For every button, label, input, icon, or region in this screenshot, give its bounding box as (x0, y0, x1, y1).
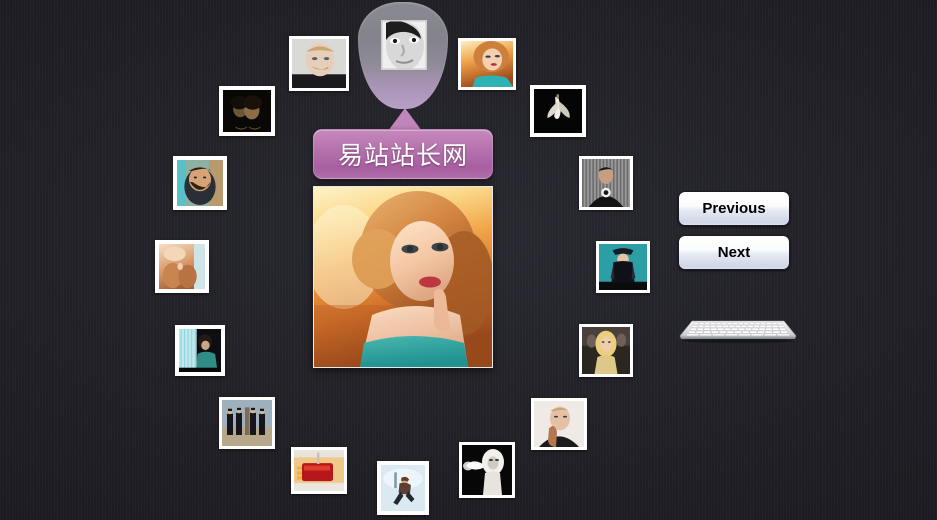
thumb-rapper-portrait[interactable] (531, 398, 587, 450)
thumb-blonde-gold-dress-image (582, 327, 630, 374)
thumb-woman-arms-up-image (599, 244, 647, 290)
thumb-blonde-performer-image (462, 445, 512, 495)
thumb-dark-duo[interactable] (219, 86, 275, 136)
thumb-person-blue-room[interactable] (175, 325, 225, 376)
thumb-woman-teal-top-image (461, 41, 513, 87)
label-caret-icon (388, 108, 422, 131)
previous-button[interactable]: Previous (678, 191, 790, 226)
thumb-person-blue-room-image (179, 329, 221, 372)
thumb-banana-image (534, 89, 582, 133)
thumb-bearded-man[interactable] (173, 156, 227, 210)
visualizer-stage: 易站站长网 Previous Next (0, 0, 937, 520)
thumb-woman-arms-up[interactable] (596, 241, 650, 293)
previous-button-label: Previous (702, 200, 766, 217)
next-button[interactable]: Next (678, 235, 790, 270)
site-label-bubble[interactable]: 易站站长网 (313, 129, 493, 179)
thumb-blond-man-portrait-image (292, 39, 346, 88)
thumb-red-machine-image (294, 450, 344, 491)
thumb-band-suits-image (222, 400, 272, 446)
thumb-woman-teal-top[interactable] (458, 38, 516, 90)
thumb-skin-closeup[interactable] (155, 240, 209, 293)
pick-face-photo (381, 20, 427, 70)
thumb-jumping-figure-image (381, 465, 425, 511)
thumb-blonde-performer[interactable] (459, 442, 515, 498)
thumb-red-machine[interactable] (291, 447, 347, 494)
thumb-dark-duo-image (223, 90, 271, 132)
site-label-text: 易站站长网 (337, 142, 468, 170)
apple-wireless-keyboard-icon[interactable] (678, 316, 798, 344)
keyboard-icon (679, 320, 797, 343)
guitar-pick-cursor[interactable] (358, 2, 448, 109)
thumb-band-suits[interactable] (219, 397, 275, 449)
thumb-banana[interactable] (530, 85, 586, 137)
thumb-blond-man-portrait[interactable] (289, 36, 349, 91)
thumb-skin-closeup-image (159, 244, 205, 289)
next-button-label: Next (717, 244, 751, 261)
thumb-jumping-figure[interactable] (377, 461, 429, 515)
pick-face-image (382, 21, 426, 69)
thumb-blonde-gold-dress[interactable] (579, 324, 633, 377)
thumb-rapper-portrait-image (534, 401, 584, 447)
thumb-bearded-man-image (177, 160, 223, 206)
main-album-art-image (314, 187, 492, 367)
thumb-man-black-tee-image (582, 159, 630, 207)
thumb-man-black-tee[interactable] (579, 156, 633, 210)
main-album-art[interactable] (313, 186, 493, 368)
